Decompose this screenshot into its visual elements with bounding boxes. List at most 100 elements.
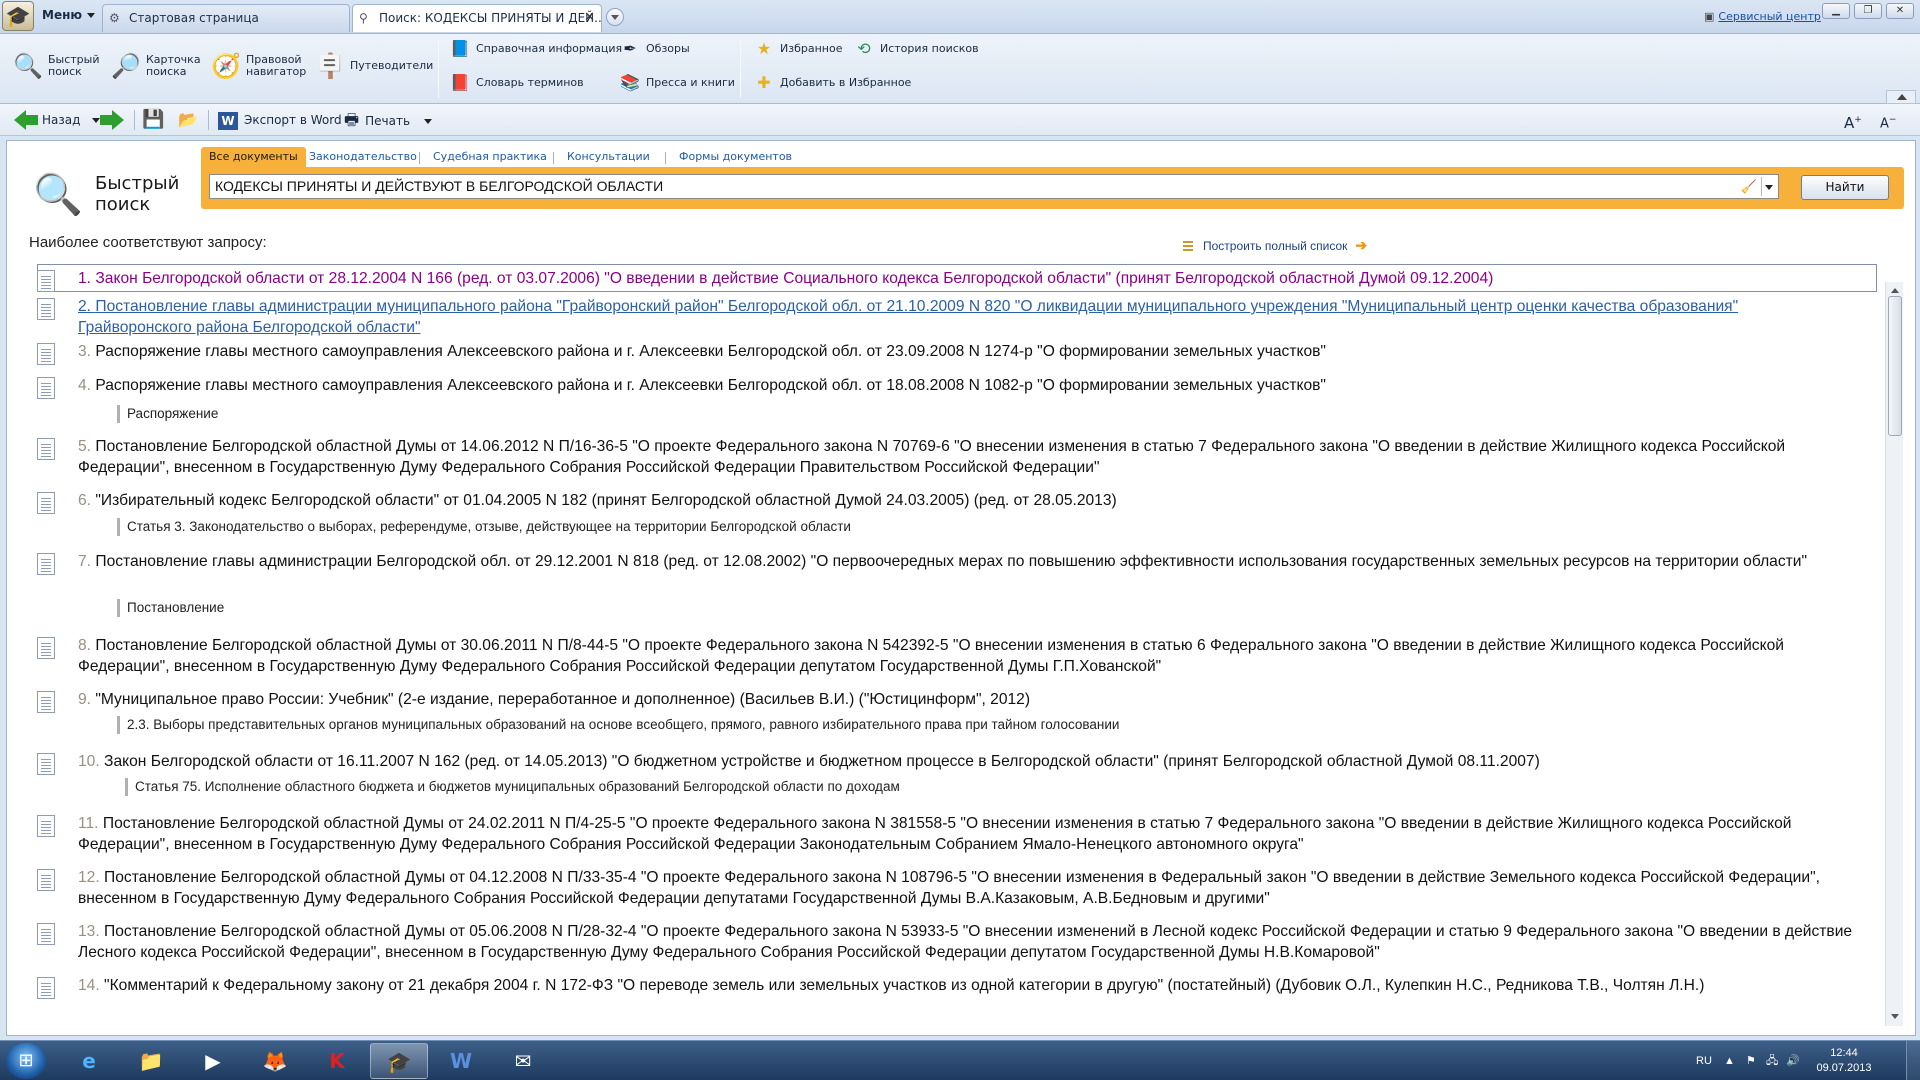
result-number: 3. — [78, 343, 92, 360]
close-window-button[interactable]: ✕ — [1886, 3, 1914, 19]
search-card-icon: 🔎 — [111, 52, 141, 80]
tab-document-forms[interactable]: Формы документов — [671, 147, 800, 169]
reviews-button[interactable]: ✒ Обзоры — [620, 38, 689, 60]
tab-legislation[interactable]: Законодательство — [301, 147, 425, 169]
back-button[interactable]: Назад — [42, 108, 101, 132]
star-plus-icon: ✚ — [757, 73, 771, 92]
document-icon — [37, 923, 55, 945]
ribbon-divider — [740, 40, 741, 98]
export-word-button[interactable]: W Экспорт в Word — [218, 108, 342, 132]
mail-app-icon[interactable]: ✉ — [494, 1043, 552, 1079]
menu-label: Меню — [42, 8, 83, 22]
glossary-button[interactable]: 📕 Словарь терминов — [450, 72, 584, 94]
minimize-button[interactable]: ▁ — [1822, 3, 1850, 19]
tab-court-practice[interactable]: Судебная практика — [425, 147, 555, 169]
consultant-plus-icon[interactable]: 🎓 — [370, 1043, 428, 1079]
scrollbar-thumb[interactable] — [1888, 296, 1902, 436]
guides-button[interactable]: 🪧 Путеводители — [314, 48, 433, 88]
search-history-button[interactable]: ⟲ История поисков — [854, 38, 978, 60]
result-title[interactable]: Распоряжение главы местного самоуправлен… — [95, 343, 1326, 360]
restore-button[interactable]: ❐ — [1854, 3, 1882, 19]
tray-expand-icon[interactable]: ▲ — [1724, 1041, 1735, 1080]
print-button[interactable]: 🖶 Печать — [344, 108, 432, 132]
result-title[interactable]: "Избирательный кодекс Белгородской облас… — [95, 492, 1116, 509]
reference-book-icon: 📘 — [450, 39, 470, 58]
scroll-down-icon[interactable] — [1888, 1010, 1902, 1024]
list-icon — [1183, 241, 1193, 251]
app-logo-icon[interactable]: 🎓 — [2, 1, 34, 31]
star-icon: ★ — [756, 39, 772, 58]
result-fragment[interactable]: Распоряжение — [117, 405, 218, 423]
quick-search-button[interactable]: 🔍 Быстрый поиск — [12, 48, 102, 88]
service-center-link[interactable]: ▣ Сервисный центр — [1704, 10, 1821, 23]
kaspersky-icon[interactable]: K — [308, 1043, 366, 1079]
internet-explorer-icon[interactable]: e — [60, 1043, 118, 1079]
network-icon[interactable]: 🖧 — [1766, 1041, 1778, 1080]
signpost-icon: 🪧 — [315, 52, 345, 80]
save-icon[interactable]: 💾 — [142, 108, 164, 132]
result-fragment[interactable]: Статья 3. Законодательство о выборах, ре… — [117, 518, 851, 536]
result-title[interactable]: "Муниципальное право России: Учебник" (2… — [95, 691, 1030, 708]
clear-broom-icon[interactable]: 🧹 — [1739, 177, 1759, 196]
press-books-button[interactable]: 📚 Пресса и книги — [620, 72, 735, 94]
magnifier-icon: 🔍 — [33, 172, 83, 218]
back-arrow-icon[interactable] — [14, 109, 38, 131]
word-icon: W — [218, 111, 238, 130]
tab-label: Поиск: КОДЕКСЫ ПРИНЯТЫ И ДЕЙ... — [379, 11, 602, 25]
add-favorites-button[interactable]: ✚ Добавить в Избранное — [754, 72, 911, 94]
result-title[interactable]: Распоряжение главы местного самоуправлен… — [95, 377, 1326, 394]
explorer-folder-icon[interactable]: 📁 — [122, 1043, 180, 1079]
search-bar: КОДЕКСЫ ПРИНЯТЫ И ДЕЙСТВУЮТ В БЕЛГОРОДСК… — [201, 167, 1904, 209]
find-button[interactable]: Найти — [1801, 175, 1889, 200]
result-fragment[interactable]: 2.3. Выборы представительных органов мун… — [117, 716, 1119, 734]
chevron-down-icon[interactable] — [423, 119, 432, 124]
tab-start-page[interactable]: ⚙ Стартовая страница — [102, 4, 350, 32]
result-fragment[interactable]: Статья 75. Исполнение областного бюджета… — [125, 778, 900, 796]
legal-navigator-button[interactable]: 🧭 Правовой навигатор — [210, 48, 306, 88]
service-center-label: Сервисный центр — [1718, 10, 1821, 23]
show-desktop-button[interactable] — [1906, 1041, 1920, 1080]
reference-info-button[interactable]: 📘 Справочная информация — [450, 38, 622, 60]
result-title[interactable]: "Комментарий к Федеральному закону от 21… — [104, 977, 1704, 994]
result-title[interactable]: Закон Белгородской области от 28.12.2004… — [95, 270, 1493, 287]
result-fragment[interactable]: Постановление — [117, 599, 224, 617]
result-title[interactable]: Постановление Белгородской областной Дум… — [78, 923, 1852, 961]
firefox-icon[interactable]: 🦊 — [246, 1043, 304, 1079]
dictionary-icon: 📕 — [450, 73, 470, 92]
tab-list-dropdown[interactable] — [606, 8, 624, 26]
decrease-font-icon[interactable]: A− — [1880, 108, 1896, 132]
forward-arrow-icon[interactable] — [100, 109, 124, 131]
result-title[interactable]: Постановление Белгородской областной Дум… — [78, 869, 1820, 907]
toolbar-divider — [134, 110, 135, 130]
history-dropdown-icon[interactable] — [1761, 177, 1775, 196]
collapse-ribbon-button[interactable] — [1886, 90, 1916, 104]
media-player-icon[interactable]: ▶ — [184, 1043, 242, 1079]
result-number: 9. — [78, 691, 92, 708]
result-title[interactable]: Закон Белгородской области от 16.11.2007… — [104, 753, 1540, 770]
start-button[interactable] — [6, 1043, 46, 1079]
word-icon[interactable]: W — [432, 1043, 490, 1079]
result-title[interactable]: Постановление Белгородской областной Дум… — [78, 815, 1792, 853]
tab-search[interactable]: ⚲ Поиск: КОДЕКСЫ ПРИНЯТЫ И ДЕЙ... ✕ — [352, 4, 602, 32]
language-indicator[interactable]: RU — [1696, 1041, 1712, 1080]
action-center-icon[interactable]: ⚑ — [1746, 1041, 1756, 1080]
tab-all-documents[interactable]: Все документы — [201, 147, 306, 169]
menu-button[interactable]: Меню — [36, 3, 101, 27]
result-title[interactable]: Постановление Белгородской областной Дум… — [78, 637, 1784, 675]
search-card-button[interactable]: 🔎 Карточка поиска — [110, 48, 201, 88]
volume-icon[interactable]: 🔊 — [1786, 1041, 1800, 1080]
close-icon[interactable]: ✕ — [584, 5, 595, 31]
favorites-button[interactable]: ★ Избранное — [754, 38, 843, 60]
result-title[interactable]: Постановление главы администрации муници… — [78, 298, 1738, 336]
tab-consultations[interactable]: Консультации — [559, 147, 658, 169]
build-full-list-link[interactable]: Построить полный список ➔ — [1183, 237, 1367, 254]
results-scrollbar[interactable] — [1885, 282, 1903, 1026]
system-clock[interactable]: 12:44 09.07.2013 — [1814, 1046, 1874, 1076]
printer-icon: 🖶 — [344, 110, 360, 129]
save-to-folder-icon[interactable]: 📂 — [178, 108, 200, 132]
search-input[interactable]: КОДЕКСЫ ПРИНЯТЫ И ДЕЙСТВУЮТ В БЕЛГОРОДСК… — [209, 174, 1779, 199]
result-title[interactable]: Постановление Белгородской областной Дум… — [78, 438, 1785, 476]
increase-font-icon[interactable]: A+ — [1844, 108, 1862, 132]
taskbar: e 📁 ▶ 🦊 K 🎓 W ✉ RU ▲ ⚑ 🖧 🔊 12:44 09.07.2… — [0, 1040, 1920, 1080]
result-title[interactable]: Постановление главы администрации Белгор… — [95, 553, 1807, 570]
